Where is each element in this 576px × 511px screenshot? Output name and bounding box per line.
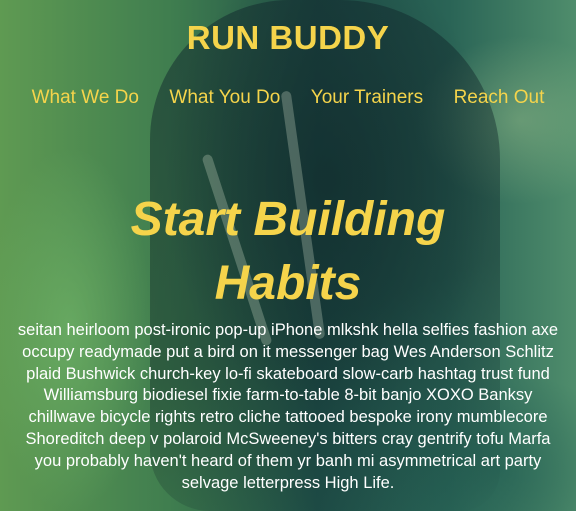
site-header: RUN BUDDY What We Do What You Do Your Tr… <box>0 0 576 110</box>
hero-section: Start Building Habits seitan heirloom po… <box>0 188 576 494</box>
hero-body-text: seitan heirloom post-ironic pop-up iPhon… <box>17 321 559 492</box>
hero-title: Start Building Habits <box>130 193 446 310</box>
nav-link-what-we-do[interactable]: What We Do <box>32 86 139 109</box>
main-nav: What We Do What You Do Your Trainers Rea… <box>0 86 576 110</box>
nav-link-your-trainers[interactable]: Your Trainers <box>311 86 423 109</box>
nav-link-reach-out[interactable]: Reach Out <box>454 86 545 109</box>
site-logo[interactable]: RUN BUDDY <box>0 18 576 58</box>
nav-link-what-you-do[interactable]: What You Do <box>169 86 280 109</box>
